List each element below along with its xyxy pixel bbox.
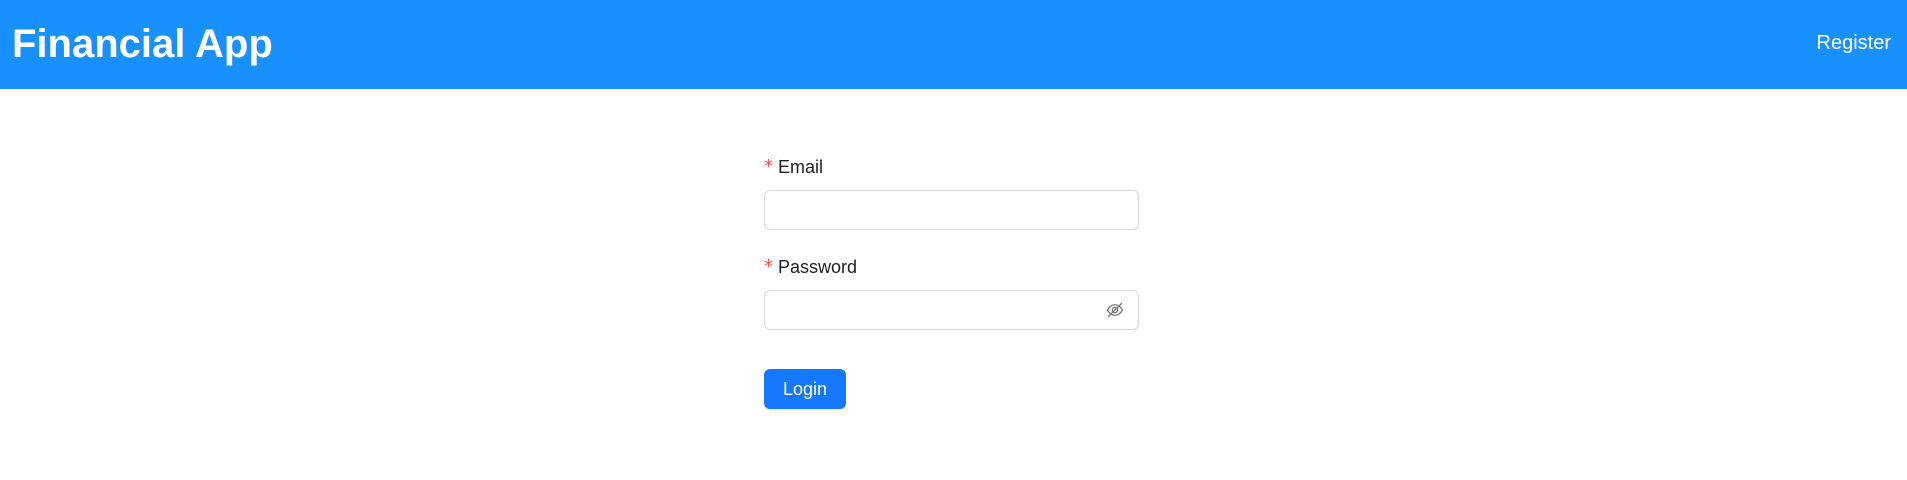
password-input-wrapper xyxy=(764,290,1139,330)
password-label: Password xyxy=(778,257,858,277)
app-header: Financial App Register xyxy=(0,0,1907,89)
password-label-row: * Password xyxy=(764,255,1139,279)
email-label-row: * Email xyxy=(764,155,1139,179)
email-input-wrapper xyxy=(764,190,1139,230)
login-form: * Email * Password xyxy=(764,155,1139,330)
required-mark: * xyxy=(764,256,773,277)
register-link[interactable]: Register xyxy=(1817,32,1891,55)
app-title: Financial App xyxy=(12,21,273,66)
email-form-item: * Email xyxy=(764,155,1139,230)
eye-invisible-icon[interactable] xyxy=(1106,301,1124,319)
email-input[interactable] xyxy=(765,191,1138,229)
login-button[interactable]: Login xyxy=(764,369,846,409)
password-input[interactable] xyxy=(765,291,1138,329)
password-form-item: * Password xyxy=(764,255,1139,330)
email-label: Email xyxy=(778,157,824,177)
required-mark: * xyxy=(764,156,773,177)
